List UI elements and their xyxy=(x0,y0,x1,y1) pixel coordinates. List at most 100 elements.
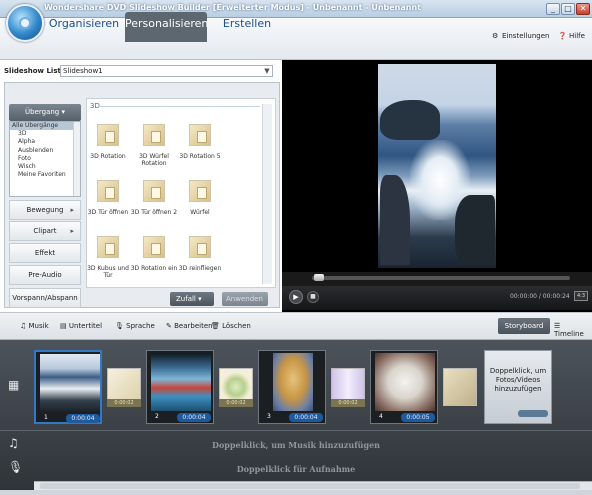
seek-handle[interactable] xyxy=(314,274,324,281)
timeline-view-button[interactable]: ☰ Timeline xyxy=(554,322,592,338)
slideshow-list-select[interactable]: Slideshow1 xyxy=(60,65,273,77)
transition-duration[interactable]: 0:00:02 xyxy=(107,399,141,407)
untertitel-label: Untertitel xyxy=(68,322,103,330)
vorspann-abspann-button[interactable]: Vorspann/Abspann xyxy=(9,288,81,308)
effect-label: 3D Rotation xyxy=(90,153,126,160)
aspect-ratio-button[interactable]: 4:3 xyxy=(574,291,588,301)
effect-label: Würfel xyxy=(190,209,210,216)
app-logo-icon[interactable] xyxy=(6,4,44,42)
close-button[interactable]: ✕ xyxy=(576,3,590,15)
storyboard-slide[interactable]: 2 0:00:04 xyxy=(146,350,214,424)
uebergang-label: Übergang xyxy=(25,108,60,116)
transition-thumb[interactable] xyxy=(443,368,477,406)
settings-link[interactable]: Einstellungen xyxy=(502,32,549,40)
play-button[interactable]: ▶ xyxy=(289,290,303,304)
divider xyxy=(100,106,260,107)
effect-thumb[interactable] xyxy=(189,124,211,146)
effect-label: 3D Kubus und Tür xyxy=(87,265,129,279)
storyboard-view-button[interactable]: Storyboard xyxy=(498,318,550,334)
bearbeiten-label: Bearbeiten xyxy=(174,322,213,330)
bewegung-button[interactable]: Bewegung xyxy=(9,200,81,220)
slide-duration[interactable]: 0:00:04 xyxy=(177,413,211,422)
effects-scrollbar[interactable] xyxy=(262,104,272,284)
slide-duration[interactable]: 0:00:04 xyxy=(66,414,100,423)
effect-thumb[interactable] xyxy=(97,236,119,258)
slide-thumbnail xyxy=(273,353,313,411)
music-track-hint[interactable]: Doppelklick, um Musik hinzuzufügen xyxy=(0,440,592,450)
sprache-button[interactable]: 🎙 Sprache xyxy=(115,322,155,330)
list-item[interactable]: 3D xyxy=(10,130,80,138)
anwenden-label: Anwenden xyxy=(226,295,263,303)
tab-personalisieren[interactable]: Personalisieren xyxy=(125,12,208,42)
tab-organisieren[interactable]: Organisieren xyxy=(44,12,124,42)
help-link[interactable]: Hilfe xyxy=(569,32,585,40)
storyboard-slide[interactable]: 3 0:00:04 xyxy=(258,350,326,424)
window-title: Wondershare DVD Slideshow Builder [Erwei… xyxy=(44,3,421,12)
slide-number: 3 xyxy=(267,413,271,420)
music-note-icon: ♫ xyxy=(20,322,27,330)
timeline-label: Timeline xyxy=(554,330,584,338)
maximize-button[interactable]: □ xyxy=(561,3,575,15)
slide-duration[interactable]: 0:00:04 xyxy=(289,413,323,422)
list-item[interactable]: Alle Übergänge xyxy=(10,122,80,131)
effect-thumb[interactable] xyxy=(143,180,165,202)
clipart-button[interactable]: Clipart xyxy=(9,221,81,241)
loeschen-button[interactable]: 🗑 Löschen xyxy=(211,322,251,330)
tab-erstellen[interactable]: Erstellen xyxy=(208,12,286,42)
timeline-icon: ☰ xyxy=(554,322,561,330)
pre-audio-button[interactable]: Pre-Audio xyxy=(9,265,81,285)
musik-label: Musik xyxy=(28,322,49,330)
minimize-button[interactable]: _ xyxy=(546,3,560,15)
zufall-button[interactable]: Zufall ▾ xyxy=(170,292,214,306)
placeholder-bar xyxy=(518,410,548,417)
track-divider xyxy=(0,430,592,431)
recording-track-hint[interactable]: Doppelklick für Aufnahme xyxy=(0,464,592,474)
slide-number: 1 xyxy=(44,414,48,421)
zufall-label: Zufall xyxy=(176,295,196,303)
musik-button[interactable]: ♫ Musik xyxy=(20,322,49,330)
list-item[interactable]: Wisch xyxy=(10,163,80,171)
settings-gear-icon[interactable]: ⚙ xyxy=(492,32,498,40)
film-icon: ▦ xyxy=(8,378,20,392)
help-icon[interactable]: ❓ xyxy=(558,32,567,40)
seek-track[interactable] xyxy=(312,276,570,280)
effect-label: 3D reinfliegen xyxy=(178,265,222,272)
list-item[interactable]: Alpha xyxy=(10,138,80,146)
effect-thumb[interactable] xyxy=(97,180,119,202)
untertitel-button[interactable]: ▤ Untertitel xyxy=(60,322,102,330)
uebergang-button[interactable]: Übergang ▾ xyxy=(9,104,81,121)
effect-thumb[interactable] xyxy=(189,180,211,202)
list-item[interactable]: Foto xyxy=(10,155,80,163)
effect-label: 3D Würfel Rotation xyxy=(139,153,169,167)
effect-thumb[interactable] xyxy=(143,236,165,258)
effekt-button[interactable]: Effekt xyxy=(9,243,81,263)
photo-rock xyxy=(380,175,410,265)
scrollbar-thumb[interactable] xyxy=(40,483,580,489)
slide-number: 4 xyxy=(379,413,383,420)
photo-rock xyxy=(380,100,440,140)
transition-duration[interactable]: 0:00:02 xyxy=(219,399,253,407)
effect-thumb[interactable] xyxy=(189,236,211,258)
slide-thumbnail xyxy=(375,353,435,411)
disc-icon xyxy=(19,17,31,29)
storyboard-slide[interactable]: 4 0:00:05 xyxy=(370,350,438,424)
list-item[interactable]: Meine Favoriten xyxy=(10,171,80,179)
slideshow-list-label: Slideshow Liste xyxy=(4,67,66,75)
photo-rock xyxy=(455,195,495,265)
storyboard-slide[interactable]: 1 0:00:04 xyxy=(34,350,102,424)
stop-button[interactable]: ■ xyxy=(307,291,319,303)
effect-label: 3D Tür öffnen 2 xyxy=(130,209,178,216)
anwenden-button[interactable]: Anwenden ▾ xyxy=(222,292,268,317)
sprache-label: Sprache xyxy=(126,322,155,330)
bearbeiten-button[interactable]: ✎ Bearbeiten xyxy=(166,322,213,330)
effect-thumb[interactable] xyxy=(97,124,119,146)
effect-label: 3D Rotation ein xyxy=(130,265,178,272)
slide-duration[interactable]: 0:00:05 xyxy=(401,413,435,422)
time-display: 00:00:00 / 00:00:24 xyxy=(510,293,570,300)
effect-thumb[interactable] xyxy=(143,124,165,146)
list-item[interactable]: Ausblenden xyxy=(10,147,80,155)
transition-category-list[interactable]: Alle Übergänge 3D Alpha Ausblenden Foto … xyxy=(9,121,81,197)
chevron-down-icon[interactable]: ▼ xyxy=(262,66,272,76)
transition-duration[interactable]: 0:00:02 xyxy=(331,399,365,407)
list-scrollbar[interactable] xyxy=(73,122,80,196)
